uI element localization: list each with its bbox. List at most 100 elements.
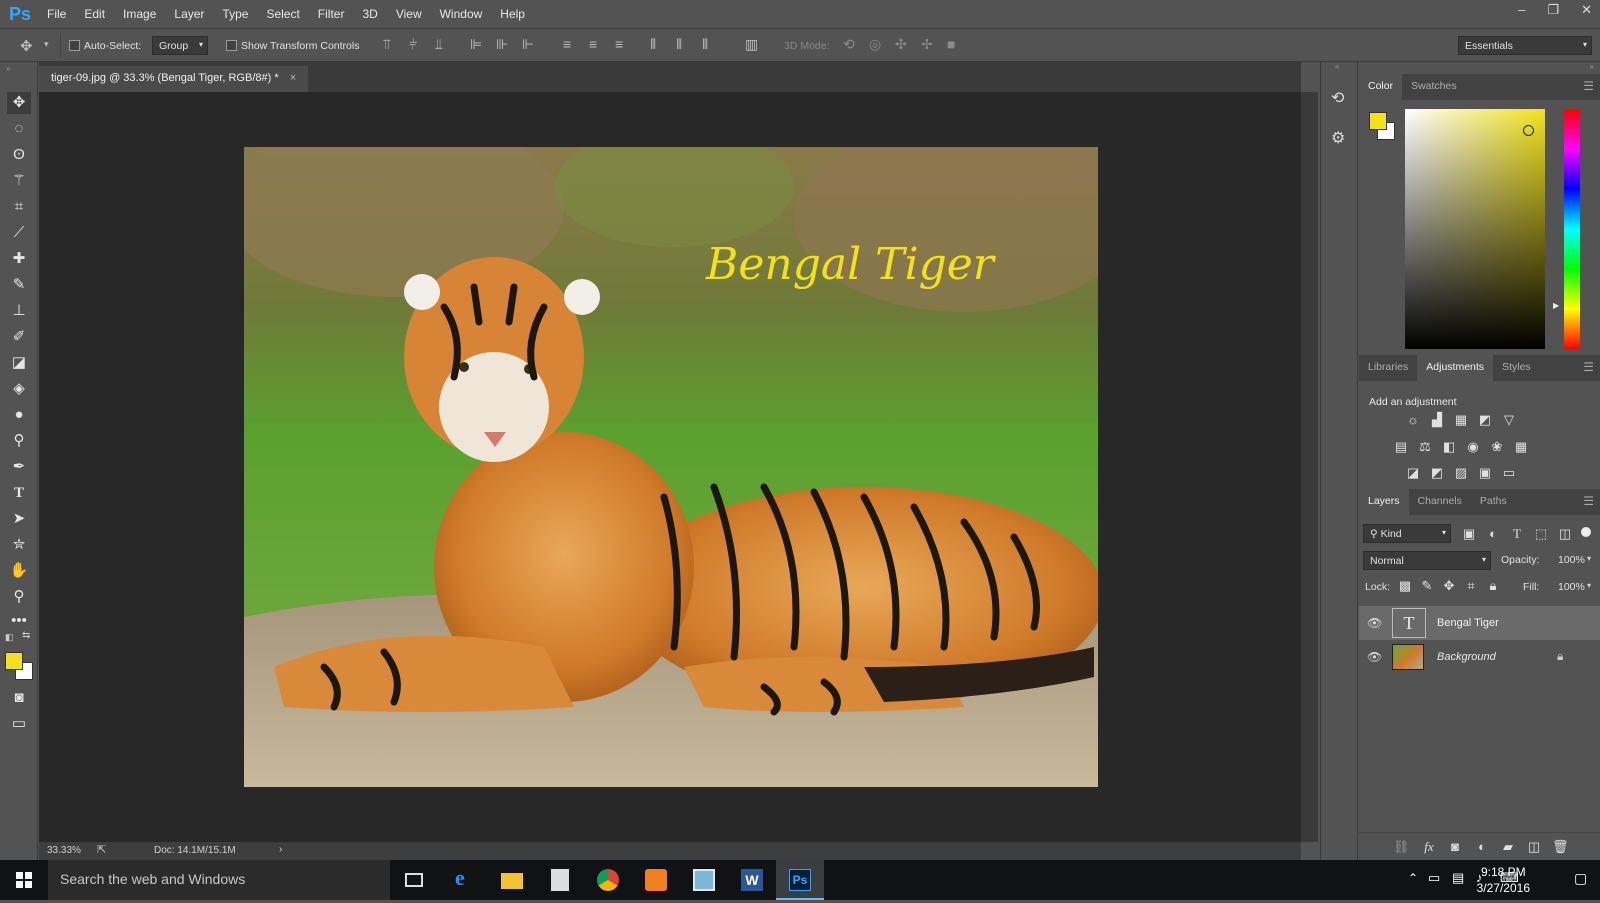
task-view-button[interactable] bbox=[392, 860, 440, 900]
battery-icon[interactable]: ▭ bbox=[1428, 870, 1440, 886]
show-hidden-icons-icon[interactable]: ⌃ bbox=[1408, 871, 1418, 885]
filter-adjustment-icon[interactable]: ◐ bbox=[1485, 527, 1501, 541]
tab-adjustments[interactable]: Adjustments bbox=[1417, 355, 1494, 381]
panel-menu-icon[interactable]: ☰ bbox=[1583, 360, 1594, 374]
brush-tool-icon[interactable]: ✎ bbox=[7, 274, 31, 296]
hand-tool-icon[interactable]: ✋ bbox=[7, 560, 31, 582]
menu-image[interactable]: Image bbox=[114, 7, 165, 21]
menu-layer[interactable]: Layer bbox=[165, 7, 213, 21]
action-center-icon[interactable]: ▢ bbox=[1574, 870, 1587, 887]
vibrance-icon[interactable]: ▽ bbox=[1501, 413, 1517, 427]
close-tab-icon[interactable]: × bbox=[290, 72, 296, 84]
eraser-tool-icon[interactable]: ◪ bbox=[7, 352, 31, 374]
taskbar-app-window[interactable] bbox=[680, 860, 728, 900]
distribute-left-icon[interactable]: ⦀ bbox=[650, 36, 656, 53]
layer-mask-icon[interactable]: ◙ bbox=[1447, 840, 1463, 854]
gradient-map-icon[interactable]: ▭ bbox=[1501, 466, 1517, 480]
posterize-icon[interactable]: ◩ bbox=[1429, 466, 1445, 480]
panel-menu-icon[interactable]: ☰ bbox=[1583, 79, 1594, 93]
more-tools-icon[interactable]: ••• bbox=[7, 610, 31, 632]
levels-icon[interactable]: ▟ bbox=[1429, 413, 1445, 427]
magic-wand-tool-icon[interactable]: ⚚ bbox=[7, 170, 31, 192]
taskbar-photoshop[interactable]: Ps bbox=[776, 860, 824, 900]
menu-edit[interactable]: Edit bbox=[75, 7, 114, 21]
lock-transparent-icon[interactable]: ▩ bbox=[1397, 579, 1413, 593]
tab-styles[interactable]: Styles bbox=[1493, 355, 1540, 381]
menu-help[interactable]: Help bbox=[491, 7, 534, 21]
distribute-bottom-icon[interactable]: ≡ bbox=[615, 36, 623, 52]
color-balance-icon[interactable]: ⚖ bbox=[1417, 440, 1433, 454]
align-vcenter-icon[interactable]: ⫩ bbox=[409, 36, 417, 53]
collapse-arrows-icon[interactable]: » bbox=[1590, 62, 1594, 71]
visibility-eye-icon[interactable]: 👁︎ bbox=[1367, 650, 1382, 664]
eyedropper-tool-icon[interactable]: ⟋ bbox=[7, 222, 31, 244]
taskbar-chrome[interactable] bbox=[584, 860, 632, 900]
taskbar-store[interactable] bbox=[536, 860, 584, 900]
foreground-color-swatch[interactable] bbox=[5, 652, 23, 670]
menu-select[interactable]: Select bbox=[257, 7, 308, 21]
layer-style-fx-icon[interactable]: fx bbox=[1421, 840, 1437, 854]
chevron-down-icon[interactable]: ▾ bbox=[1587, 581, 1591, 590]
tab-layers[interactable]: Layers bbox=[1359, 489, 1409, 515]
3d-roll-icon[interactable]: ◎ bbox=[869, 36, 881, 53]
menu-3d[interactable]: 3D bbox=[353, 7, 386, 21]
type-tool-icon[interactable]: T bbox=[7, 482, 31, 504]
menu-file[interactable]: File bbox=[38, 7, 75, 21]
taskbar-edge[interactable]: e bbox=[440, 860, 488, 900]
menu-window[interactable]: Window bbox=[431, 7, 492, 21]
taskbar-search[interactable]: Search the web and Windows bbox=[48, 860, 390, 900]
network-icon[interactable]: ▤ bbox=[1452, 870, 1464, 886]
history-panel-icon[interactable]: ⟲ bbox=[1331, 88, 1344, 108]
tab-color[interactable]: Color bbox=[1359, 74, 1403, 100]
visibility-eye-icon[interactable]: 👁︎ bbox=[1367, 616, 1382, 630]
lasso-tool-icon[interactable]: ʘ bbox=[7, 144, 31, 166]
blend-mode-dropdown[interactable]: Normal ▾ bbox=[1363, 551, 1491, 570]
fill-value[interactable]: 100% bbox=[1558, 581, 1585, 593]
screen-mode-icon[interactable]: ▭ bbox=[7, 713, 31, 735]
pen-tool-icon[interactable]: ✒ bbox=[7, 456, 31, 478]
healing-brush-tool-icon[interactable]: ✚ bbox=[7, 248, 31, 270]
lock-artboard-icon[interactable]: ⌗ bbox=[1463, 579, 1479, 593]
swap-colors-icon[interactable]: ⇆ bbox=[22, 630, 30, 641]
delete-layer-icon[interactable]: 🗑︎ bbox=[1552, 840, 1569, 854]
collapse-arrows-icon[interactable]: » bbox=[6, 64, 10, 73]
auto-select-checkbox[interactable] bbox=[69, 40, 80, 51]
hue-slider[interactable] bbox=[1564, 109, 1580, 349]
tab-channels[interactable]: Channels bbox=[1409, 489, 1471, 515]
color-picker-handle[interactable] bbox=[1523, 125, 1534, 136]
distribute-vcenter-icon[interactable]: ≡ bbox=[589, 36, 597, 52]
lock-position-icon[interactable]: ✥ bbox=[1441, 579, 1457, 593]
chevron-right-icon[interactable]: › bbox=[279, 844, 282, 855]
lock-image-icon[interactable]: ✎ bbox=[1419, 579, 1435, 593]
opacity-value[interactable]: 100% bbox=[1558, 554, 1585, 566]
properties-panel-icon[interactable]: ⚙ bbox=[1331, 128, 1345, 148]
hue-slider-handle[interactable]: ▶ bbox=[1553, 301, 1559, 310]
panel-menu-icon[interactable]: ☰ bbox=[1583, 494, 1594, 508]
path-selection-tool-icon[interactable]: ➤ bbox=[7, 508, 31, 530]
show-transform-checkbox[interactable] bbox=[226, 40, 237, 51]
start-button[interactable] bbox=[0, 860, 48, 900]
taskbar-word[interactable]: W bbox=[728, 860, 776, 900]
clone-stamp-tool-icon[interactable]: ⊥ bbox=[7, 300, 31, 322]
auto-align-icon[interactable]: ▥ bbox=[745, 36, 758, 53]
crop-tool-icon[interactable]: ⌗ bbox=[7, 196, 31, 218]
3d-orbit-icon[interactable]: ⟲ bbox=[843, 36, 855, 53]
document-tab[interactable]: tiger-09.jpg @ 33.3% (Bengal Tiger, RGB/… bbox=[39, 66, 309, 92]
taskbar-file-explorer[interactable] bbox=[488, 860, 536, 900]
layer-row-background[interactable]: 👁︎ Background 🔒︎ bbox=[1359, 640, 1600, 674]
3d-slide-icon[interactable]: ✢ bbox=[921, 36, 933, 53]
move-tool-preset-icon[interactable]: ✥ bbox=[20, 37, 33, 55]
threshold-icon[interactable]: ▨ bbox=[1453, 466, 1469, 480]
zoom-level[interactable]: 33.33% bbox=[47, 845, 81, 856]
tab-libraries[interactable]: Libraries bbox=[1359, 355, 1417, 381]
workspace-dropdown[interactable]: Essentials ▾ bbox=[1458, 36, 1592, 55]
close-button[interactable]: ✕ bbox=[1581, 2, 1592, 18]
chevron-down-icon[interactable]: ▾ bbox=[1587, 554, 1591, 563]
new-group-icon[interactable]: ▰ bbox=[1500, 840, 1516, 854]
layer-filter-dropdown[interactable]: ⚲ Kind ▾ bbox=[1363, 524, 1451, 543]
restore-button[interactable]: ❐ bbox=[1547, 2, 1559, 18]
minimize-button[interactable]: – bbox=[1518, 2, 1525, 18]
history-brush-tool-icon[interactable]: ✐ bbox=[7, 326, 31, 348]
align-bottom-icon[interactable]: ⫫ bbox=[435, 36, 443, 53]
menu-type[interactable]: Type bbox=[213, 7, 257, 21]
